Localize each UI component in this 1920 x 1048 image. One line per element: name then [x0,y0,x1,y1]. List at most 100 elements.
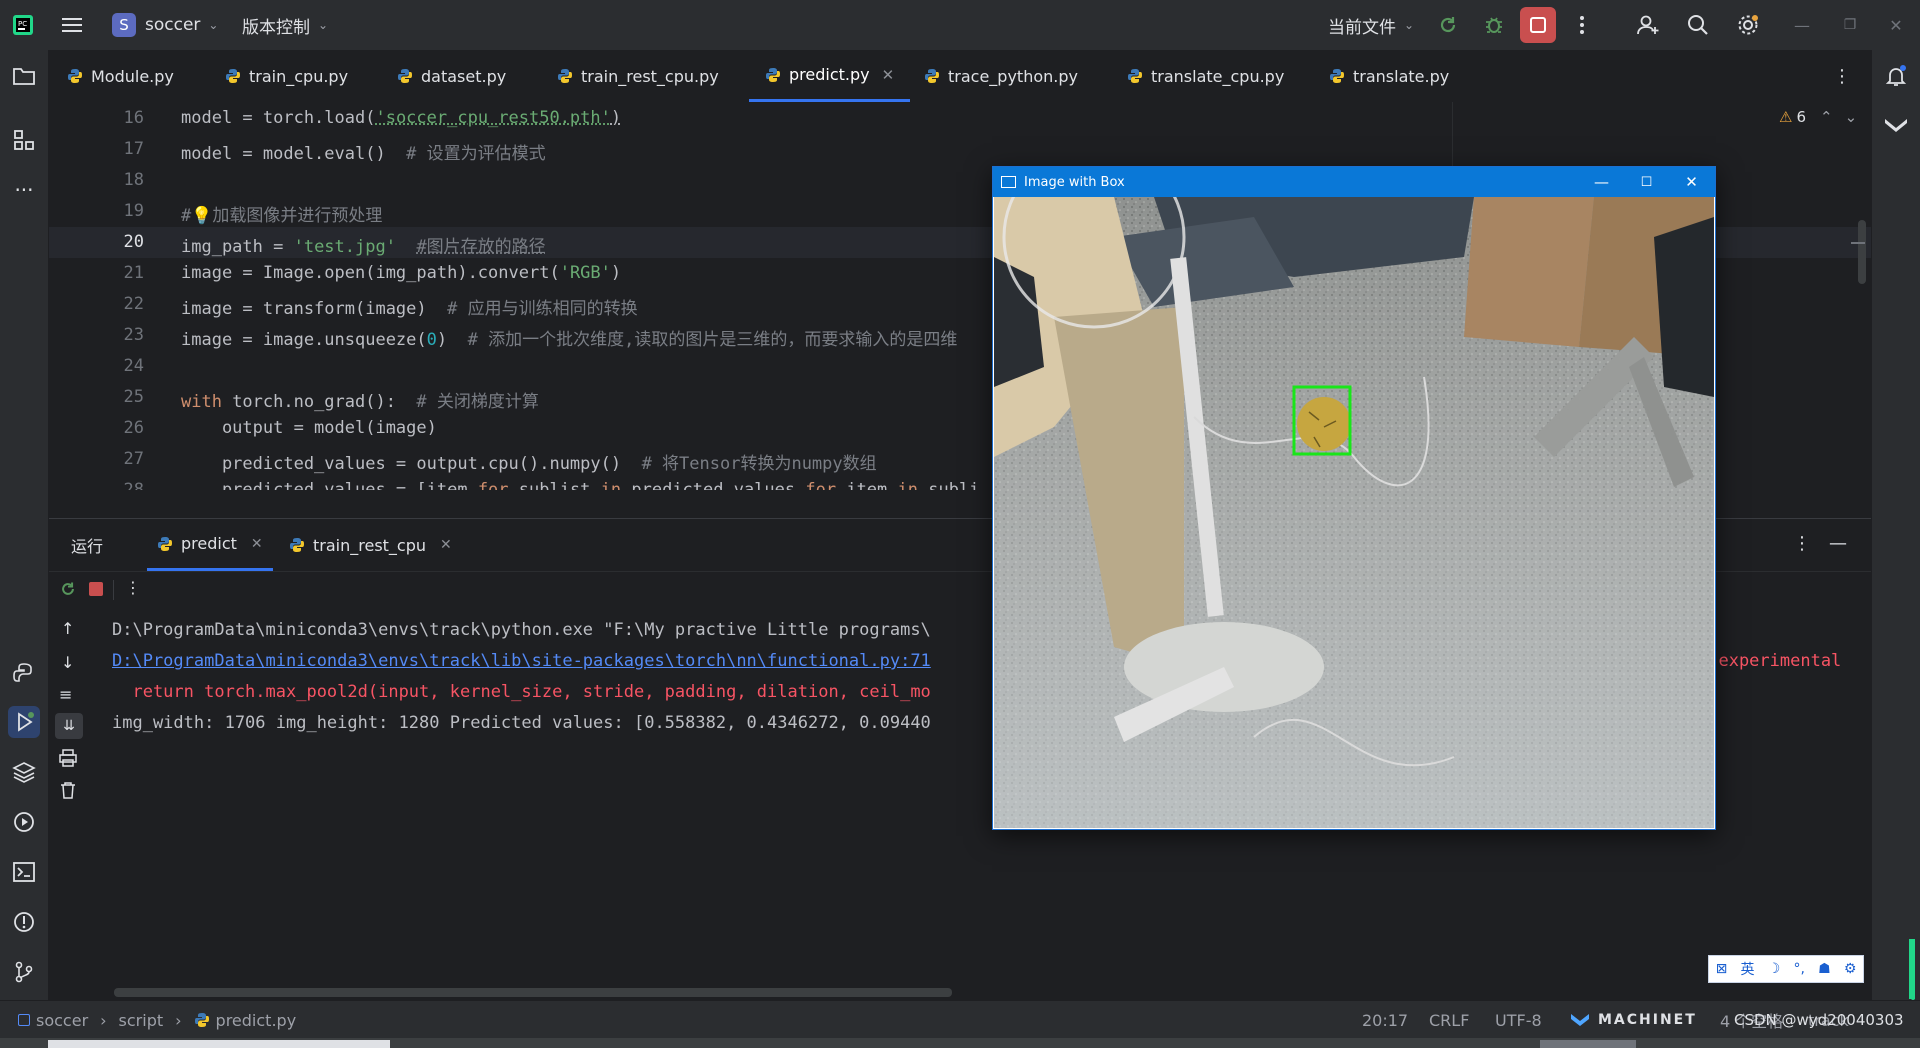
window-restore-button[interactable]: ❐ [1834,9,1866,41]
trash-icon[interactable] [59,781,77,803]
run-options-icon[interactable]: ⋮ [1793,533,1811,554]
tab-predict-py[interactable]: predict.py ✕ [749,50,911,102]
settings-gear-icon[interactable] [1732,9,1764,41]
services-icon[interactable] [8,806,40,838]
console-side-toolbar: ↑ ↓ ≡ ⇊ [49,609,89,909]
right-tool-strip [1872,50,1920,1000]
window-close-button[interactable]: ✕ [1880,9,1912,41]
chevron-up-icon[interactable]: ⌃ [1820,108,1833,126]
tab-trace-python-py[interactable]: trace_python.py [924,50,1078,102]
caret-position[interactable]: 20:17 [1362,1001,1408,1039]
scroll-to-end-icon[interactable]: ⇊ [55,713,83,739]
editor-scrollbar[interactable] [1858,220,1866,284]
line-number: 21 [123,263,144,283]
line-number: 20 [123,232,144,252]
chevron-down-icon[interactable]: ⌄ [1845,108,1858,126]
project-widget[interactable]: S soccer ⌄ [112,0,218,50]
tab-dataset-py[interactable]: dataset.py [397,50,506,102]
module-icon [18,1014,30,1026]
user-icon[interactable]: ☗ [1818,961,1831,977]
problems-icon[interactable] [8,906,40,938]
editor-tabs-bar: Module.py train_cpu.py dataset.py train_… [49,50,1871,103]
vcs-menu-label: 版本控制 [242,17,310,38]
tab-close-icon[interactable]: ✕ [251,536,263,552]
arrow-up-icon[interactable]: ↑ [61,619,74,638]
python-file-icon [194,1013,209,1027]
console-link[interactable]: D:\ProgramData\miniconda3\envs\track\lib… [112,651,931,671]
arrow-down-icon[interactable]: ↓ [61,653,74,672]
add-user-icon[interactable] [1632,9,1664,41]
more-tools-icon[interactable]: ··· [8,174,40,206]
line-number: 17 [123,139,144,159]
tab-train-rest-cpu-py[interactable]: train_rest_cpu.py [557,50,719,102]
warning-icon: ⚠ [1779,108,1793,126]
intention-bulb-icon[interactable]: 💡 [191,206,212,226]
more-actions-icon[interactable]: ⋮ [125,578,141,597]
ime-language-toggle[interactable]: 英 [1741,959,1755,979]
tab-module-py[interactable]: Module.py [67,50,174,102]
taskbar-item [1540,1040,1636,1048]
machinet-widget[interactable]: MACHINET [1570,1001,1697,1039]
tab-translate-py[interactable]: translate.py [1329,50,1449,102]
line-ending[interactable]: CRLF [1429,1001,1469,1039]
run-tool-icon[interactable] [8,706,40,738]
stop-button[interactable] [1520,7,1556,43]
image-with-box-window[interactable]: Image with Box — ☐ ✕ [992,166,1716,830]
rerun-icon[interactable] [59,580,77,602]
csdn-watermark: CSDN @wyd20040303 [1734,1011,1904,1029]
console-horizontal-scrollbar[interactable] [114,988,952,997]
main-menu-icon[interactable] [62,0,82,50]
notifications-bell-icon[interactable] [1880,60,1912,92]
image-window-minimize-button[interactable]: — [1579,167,1624,197]
tab-translate-cpu-py[interactable]: translate_cpu.py [1127,50,1284,102]
image-window-maximize-button[interactable]: ☐ [1624,167,1669,197]
search-icon[interactable] [1682,9,1714,41]
code-line-20: img_path = 'test.jpg' #图片存放的路径 [181,237,546,257]
image-window-titlebar[interactable]: Image with Box — ☐ ✕ [993,167,1715,197]
breadcrumb-project[interactable]: soccer [36,1011,88,1030]
more-actions-icon[interactable] [1566,9,1598,41]
stop-icon[interactable] [89,582,103,596]
run-tab-train-rest-cpu[interactable]: train_rest_cpu ✕ [289,519,452,571]
code-line-21: image = Image.open(img_path).convert('RG… [181,263,622,283]
line-number: 24 [123,356,144,376]
python-console-icon[interactable] [8,658,40,690]
run-tab-label: predict [181,534,237,553]
layers-icon[interactable] [8,756,40,788]
breadcrumb-folder[interactable]: script [119,1011,164,1030]
window-minimize-button[interactable]: — [1786,9,1818,41]
breadcrumb-file[interactable]: predict.py [216,1011,297,1030]
tabs-more-icon[interactable]: ⋮ [1833,50,1851,102]
pycharm-logo-icon[interactable]: PC [12,0,34,50]
vcs-widget[interactable]: 版本控制 ⌄ [242,0,328,50]
tab-label: trace_python.py [948,66,1078,86]
git-branch-icon[interactable] [8,956,40,988]
machinet-plugin-icon[interactable] [1880,110,1912,142]
run-config-selector[interactable]: 当前文件 ⌄ [1328,0,1414,50]
rerun-icon[interactable] [1432,9,1464,41]
ime-toolbar[interactable]: ⊠ 英 ☽ °, ☗ ⚙ [1708,955,1864,983]
code-line-22: image = transform(image) # 应用与训练相同的转换 [181,299,638,319]
structure-icon[interactable] [8,124,40,156]
debug-icon[interactable] [1478,9,1510,41]
run-tab-predict[interactable]: predict ✕ [147,519,273,571]
punctuation-icon[interactable]: °, [1793,961,1804,977]
ime-logo-icon[interactable]: ⊠ [1716,961,1728,977]
tab-close-icon[interactable]: ✕ [440,537,452,553]
settings-gear-icon[interactable]: ⚙ [1844,961,1857,977]
line-number: 28 [123,480,144,490]
inspection-widget[interactable]: ⚠ 6 ⌃ ⌄ [1779,108,1857,126]
machinet-logo-icon [1571,1014,1589,1026]
window-app-icon [1001,176,1016,188]
tab-train-cpu-py[interactable]: train_cpu.py [225,50,348,102]
scroll-marker [1851,242,1865,244]
terminal-icon[interactable] [8,856,40,888]
soft-wrap-icon[interactable]: ≡ [59,685,72,704]
hide-panel-icon[interactable]: — [1829,533,1847,554]
image-window-close-button[interactable]: ✕ [1669,167,1714,197]
tab-close-icon[interactable]: ✕ [882,66,895,84]
moon-icon[interactable]: ☽ [1768,961,1781,977]
project-folder-icon[interactable] [8,60,40,92]
file-encoding[interactable]: UTF-8 [1495,1001,1542,1039]
print-icon[interactable] [59,749,77,771]
